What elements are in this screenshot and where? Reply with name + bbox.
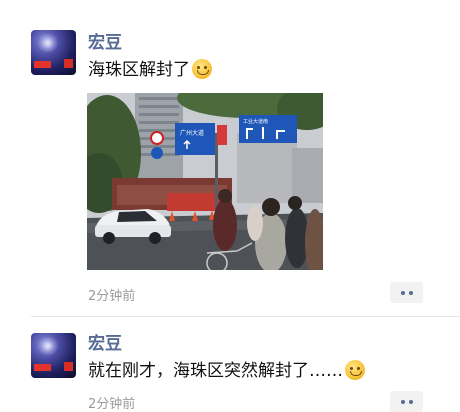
post-text-content: 就在刚才，海珠区突然解封了…… [88,361,343,381]
post-divider [31,316,460,317]
street-photo-image: 广州大道 工业大道南 [87,93,323,270]
grinning-emoji-icon [345,360,365,380]
post-text: 海珠区解封了 [88,59,212,81]
comment-more-button[interactable] [390,391,423,412]
road-sign-text: 工业大道南 [243,118,268,125]
dot-icon [400,290,405,295]
grinning-sweat-emoji-icon [192,59,212,79]
dot-icon [408,290,413,295]
road-sign-text: 广州大道 [180,129,204,137]
post-text: 就在刚才，海珠区突然解封了…… [88,360,365,382]
author-name[interactable]: 宏豆 [88,334,122,354]
comment-more-button[interactable] [390,282,423,303]
post-text-content: 海珠区解封了 [88,60,190,80]
avatar[interactable] [31,30,76,75]
avatar[interactable] [31,333,76,378]
author-name[interactable]: 宏豆 [88,33,122,53]
post-photo[interactable]: 广州大道 工业大道南 [87,93,323,270]
post-time: 2分钟前 [88,289,136,304]
